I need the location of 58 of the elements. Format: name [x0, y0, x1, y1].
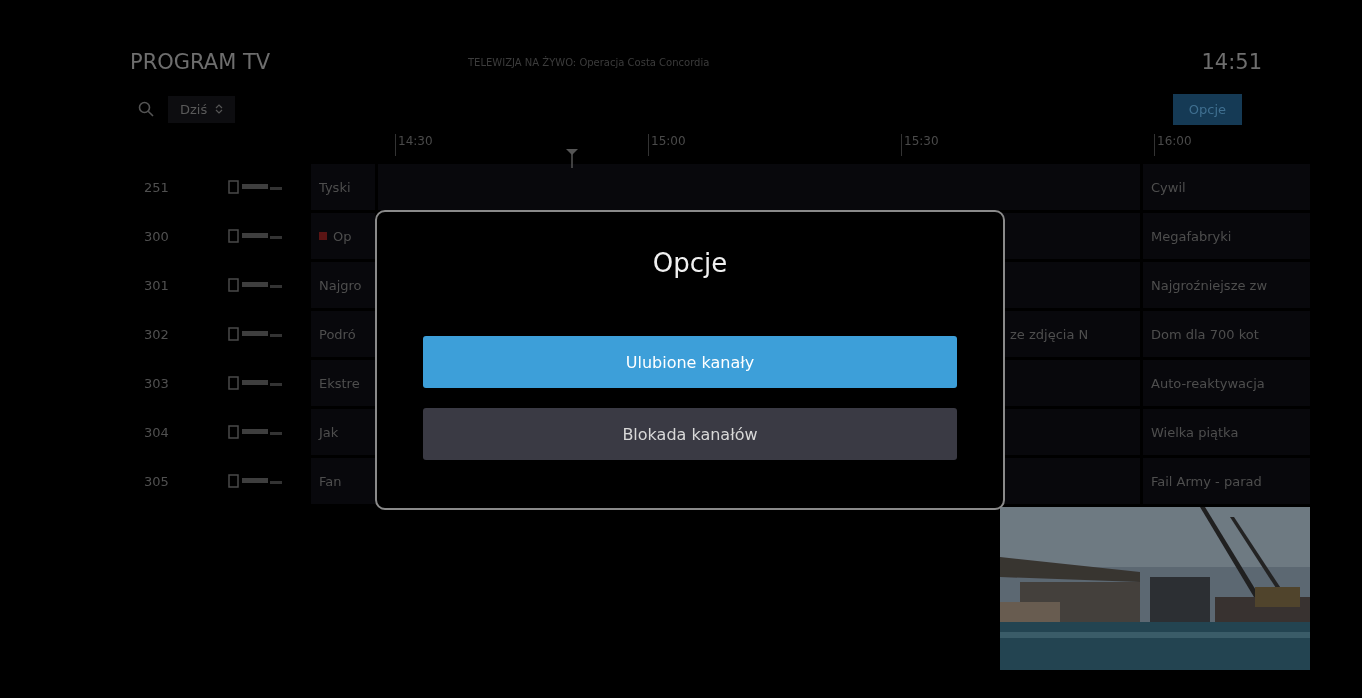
- program-title: Ekstre: [319, 375, 360, 391]
- time-label: 15:00: [648, 134, 901, 156]
- program-cell[interactable]: Podró: [311, 311, 375, 357]
- dialog-title: Opcje: [652, 248, 728, 278]
- channel-number: 304: [143, 423, 170, 442]
- program-title: Fail Army - parad: [1151, 473, 1262, 489]
- channel-number: 300: [143, 227, 170, 246]
- program-title: Auto-reaktywacja: [1151, 375, 1265, 391]
- program-title: ze zdjęcia N: [1010, 326, 1089, 342]
- program-title: Megafabryki: [1151, 228, 1232, 244]
- channel-number: 305: [143, 472, 170, 491]
- program-cell[interactable]: Ekstre: [311, 360, 375, 406]
- time-label: 15:30: [901, 134, 1154, 156]
- program-cell[interactable]: Jak: [311, 409, 375, 455]
- program-cell[interactable]: Fail Army - parad: [1143, 458, 1310, 504]
- program-title: Najgroźniejsze zw: [1151, 277, 1268, 293]
- program-cell[interactable]: Op: [311, 213, 375, 259]
- program-cell[interactable]: Fan: [311, 458, 375, 504]
- current-time-marker-icon: [565, 148, 579, 168]
- channel-number: 302: [143, 325, 170, 344]
- program-title: Tyski: [319, 179, 351, 195]
- program-title: Podró: [319, 326, 356, 342]
- program-cell[interactable]: Tyski: [311, 164, 375, 210]
- program-cell[interactable]: Cywil: [1143, 164, 1310, 210]
- program-title: Dom dla 700 kot: [1151, 326, 1259, 342]
- time-label: 16:00: [1154, 134, 1362, 156]
- channel-number: 301: [143, 276, 170, 295]
- channel-logo-icon: [227, 423, 284, 441]
- channel-number: 303: [143, 374, 170, 393]
- channel-logo-icon: [227, 178, 284, 196]
- program-cell[interactable]: Auto-reaktywacja: [1143, 360, 1310, 406]
- dialog-option-button[interactable]: Blokada kanałów: [423, 408, 957, 460]
- program-cell[interactable]: Wielka piątka: [1143, 409, 1310, 455]
- clock: 14:51: [1201, 50, 1262, 74]
- channel-logo-icon: [227, 325, 284, 343]
- program-title: Najgro: [319, 277, 362, 293]
- program-title: Op: [333, 228, 352, 244]
- channel-number: 251: [143, 178, 170, 197]
- channel-logo-icon: [227, 227, 284, 245]
- channel-logo-icon: [227, 472, 284, 490]
- page-title: PROGRAM TV: [130, 50, 272, 74]
- program-cell[interactable]: Najgroźniejsze zw: [1143, 262, 1310, 308]
- up-down-icon: [215, 104, 224, 114]
- program-cell[interactable]: Megafabryki: [1143, 213, 1310, 259]
- program-title: Wielka piątka: [1151, 424, 1239, 440]
- program-title: Jak: [319, 424, 339, 440]
- dialog-option-button[interactable]: Ulubione kanały: [423, 336, 957, 388]
- day-dropdown[interactable]: Dziś: [168, 95, 236, 123]
- channel-logo-icon: [227, 374, 284, 392]
- program-cell[interactable]: Dom dla 700 kot: [1143, 311, 1310, 357]
- program-title: Fan: [319, 473, 342, 489]
- options-button[interactable]: Opcje: [1172, 93, 1242, 125]
- program-title: Cywil: [1151, 179, 1186, 195]
- recording-icon: [319, 232, 327, 240]
- program-cell[interactable]: Najgro: [311, 262, 375, 308]
- channel-logo-icon: [227, 276, 284, 294]
- search-icon[interactable]: [138, 101, 154, 117]
- now-playing-text: TELEWIZJA NA ŻYWO: Operacja Costa Concordia: [467, 56, 711, 68]
